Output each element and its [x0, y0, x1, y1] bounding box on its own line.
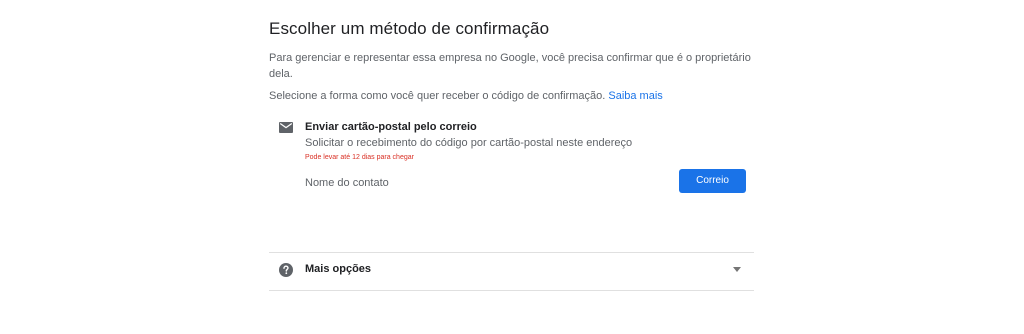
page-title: Escolher um método de confirmação — [269, 19, 550, 38]
page: Escolher um método de confirmação Para g… — [0, 0, 1024, 334]
mail-button[interactable]: Correio — [679, 169, 746, 193]
method-title: Enviar cartão-postal pelo correio — [305, 121, 477, 133]
chevron-down-icon[interactable] — [733, 267, 741, 272]
prompt-line: Selecione a forma como você quer receber… — [269, 89, 663, 103]
learn-more-link[interactable]: Saiba mais — [608, 90, 662, 102]
prompt-text: Selecione a forma como você quer receber… — [269, 90, 606, 102]
method-description: Solicitar o recebimento do código por ca… — [305, 137, 633, 149]
more-options-row[interactable]: Mais opções — [269, 253, 754, 290]
mail-icon — [279, 122, 293, 133]
delivery-time-note: Pode levar até 12 dias para chegar — [305, 154, 414, 161]
contact-name-label: Nome do contato — [305, 177, 389, 189]
help-icon — [279, 263, 293, 277]
divider-bottom — [269, 290, 754, 291]
more-options-label: Mais opções — [305, 263, 372, 275]
intro-text: Para gerenciar e representar essa empres… — [269, 52, 751, 80]
postcard-method-option: Enviar cartão-postal pelo correio Solici… — [269, 115, 754, 205]
